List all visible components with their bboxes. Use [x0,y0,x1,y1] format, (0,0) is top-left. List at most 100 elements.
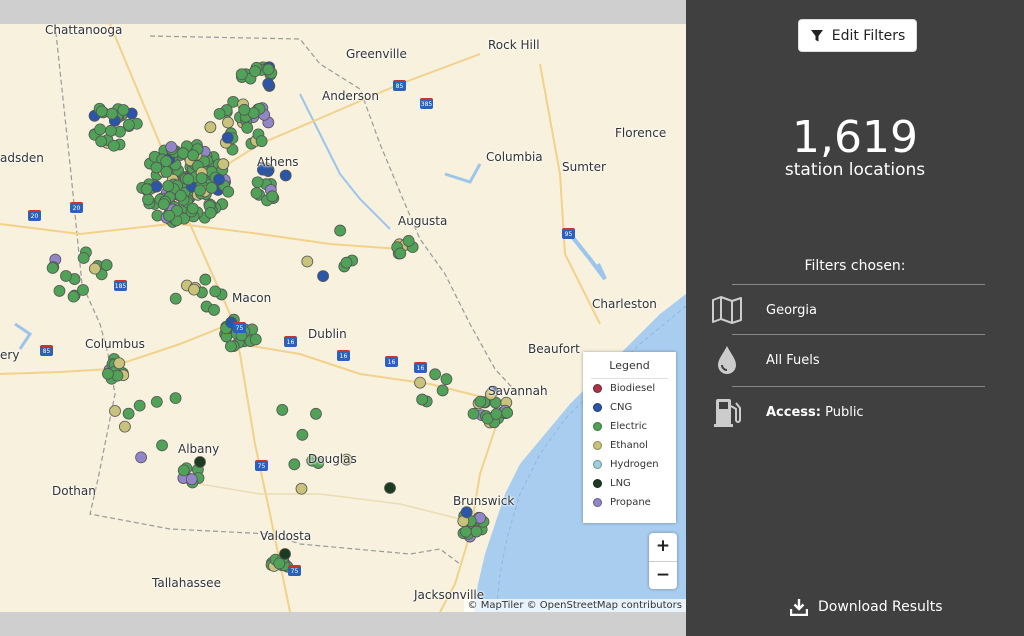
station-marker[interactable] [195,172,208,185]
station-marker[interactable] [213,107,226,120]
download-results-button[interactable]: Download Results [790,598,943,616]
station-marker[interactable] [288,458,301,471]
station-marker[interactable] [440,373,453,386]
station-marker[interactable] [474,395,487,408]
station-marker[interactable] [490,408,503,420]
station-marker[interactable] [188,283,200,296]
station-marker[interactable] [414,376,426,389]
station-marker[interactable] [77,252,90,264]
station-marker[interactable] [295,482,308,495]
zoom-out-button[interactable]: − [649,562,677,590]
station-marker[interactable] [251,176,264,189]
station-marker[interactable] [402,235,415,247]
station-marker[interactable] [436,384,449,397]
station-marker[interactable] [105,124,117,137]
station-marker[interactable] [501,406,514,419]
edit-filters-button[interactable]: Edit Filters [798,19,917,52]
station-marker[interactable] [177,147,190,160]
station-marker[interactable] [160,155,173,168]
station-marker[interactable] [394,247,407,260]
station-marker[interactable] [60,270,72,282]
station-marker[interactable] [109,405,121,417]
station-marker[interactable] [160,166,173,178]
station-marker[interactable] [100,259,113,271]
station-marker[interactable] [222,185,235,198]
station-marker[interactable] [384,482,396,494]
station-marker[interactable] [266,190,279,203]
station-marker[interactable] [95,135,108,148]
station-marker[interactable] [334,224,347,237]
station-marker[interactable] [279,548,291,560]
station-marker[interactable] [150,161,163,174]
station-map[interactable]: Chattanooga Greenville Rock Hill Anderson Fl… [0,24,686,612]
station-marker[interactable] [111,369,124,382]
station-marker[interactable] [470,525,483,538]
station-marker[interactable] [276,404,289,416]
station-marker[interactable] [317,270,329,283]
station-marker[interactable] [177,464,190,477]
station-marker[interactable] [250,187,263,200]
station-marker[interactable] [204,206,217,219]
station-marker[interactable] [460,506,473,519]
station-marker[interactable] [94,123,106,136]
station-marker[interactable] [135,451,147,464]
station-marker[interactable] [46,262,59,274]
station-marker[interactable] [467,407,480,420]
station-marker[interactable] [122,118,135,131]
station-marker[interactable] [150,395,163,408]
station-marker[interactable] [185,473,198,486]
station-marker[interactable] [194,456,206,468]
station-marker[interactable] [310,407,322,420]
station-marker[interactable] [77,284,89,296]
station-marker[interactable] [208,304,220,316]
station-marker[interactable] [416,393,429,406]
station-marker[interactable] [169,292,182,305]
station-marker[interactable] [340,256,353,269]
station-marker[interactable] [142,193,154,206]
station-marker[interactable] [150,180,163,193]
station-marker[interactable] [156,439,168,452]
station-marker[interactable] [429,368,441,381]
station-marker[interactable] [108,139,120,152]
station-marker[interactable] [117,104,130,116]
station-marker[interactable] [279,169,292,182]
station-marker[interactable] [119,420,131,433]
station-marker[interactable] [221,131,234,144]
station-marker[interactable] [89,262,101,275]
station-marker[interactable] [296,428,309,441]
station-marker[interactable] [301,255,314,268]
station-marker[interactable] [217,158,230,171]
station-marker[interactable] [101,367,114,380]
station-marker[interactable] [459,525,472,538]
station-marker[interactable] [165,141,178,153]
station-marker[interactable] [235,68,248,81]
station-marker[interactable] [186,202,199,215]
station-marker[interactable] [273,557,286,570]
station-marker[interactable] [238,103,251,116]
zoom-in-button[interactable]: + [649,533,677,562]
station-marker[interactable] [209,285,222,298]
station-marker[interactable] [53,285,66,297]
station-marker[interactable] [122,407,135,420]
station-marker[interactable] [162,180,175,192]
station-marker[interactable] [255,135,268,148]
station-marker[interactable] [249,65,261,78]
station-marker[interactable] [199,273,212,286]
station-marker[interactable] [213,173,225,186]
station-marker[interactable] [157,198,170,211]
station-marker[interactable] [140,183,153,196]
station-markers[interactable] [46,61,514,573]
station-marker[interactable] [67,290,80,303]
station-marker[interactable] [106,107,118,120]
station-marker[interactable] [113,357,126,370]
station-marker[interactable] [133,399,146,412]
station-marker[interactable] [95,105,108,118]
station-marker[interactable] [249,333,262,346]
station-marker[interactable] [204,121,217,134]
station-marker[interactable] [262,77,275,90]
station-marker[interactable] [241,121,254,134]
station-marker[interactable] [182,173,195,186]
station-marker[interactable] [224,340,237,353]
station-marker[interactable] [187,149,199,162]
station-marker[interactable] [194,184,206,197]
